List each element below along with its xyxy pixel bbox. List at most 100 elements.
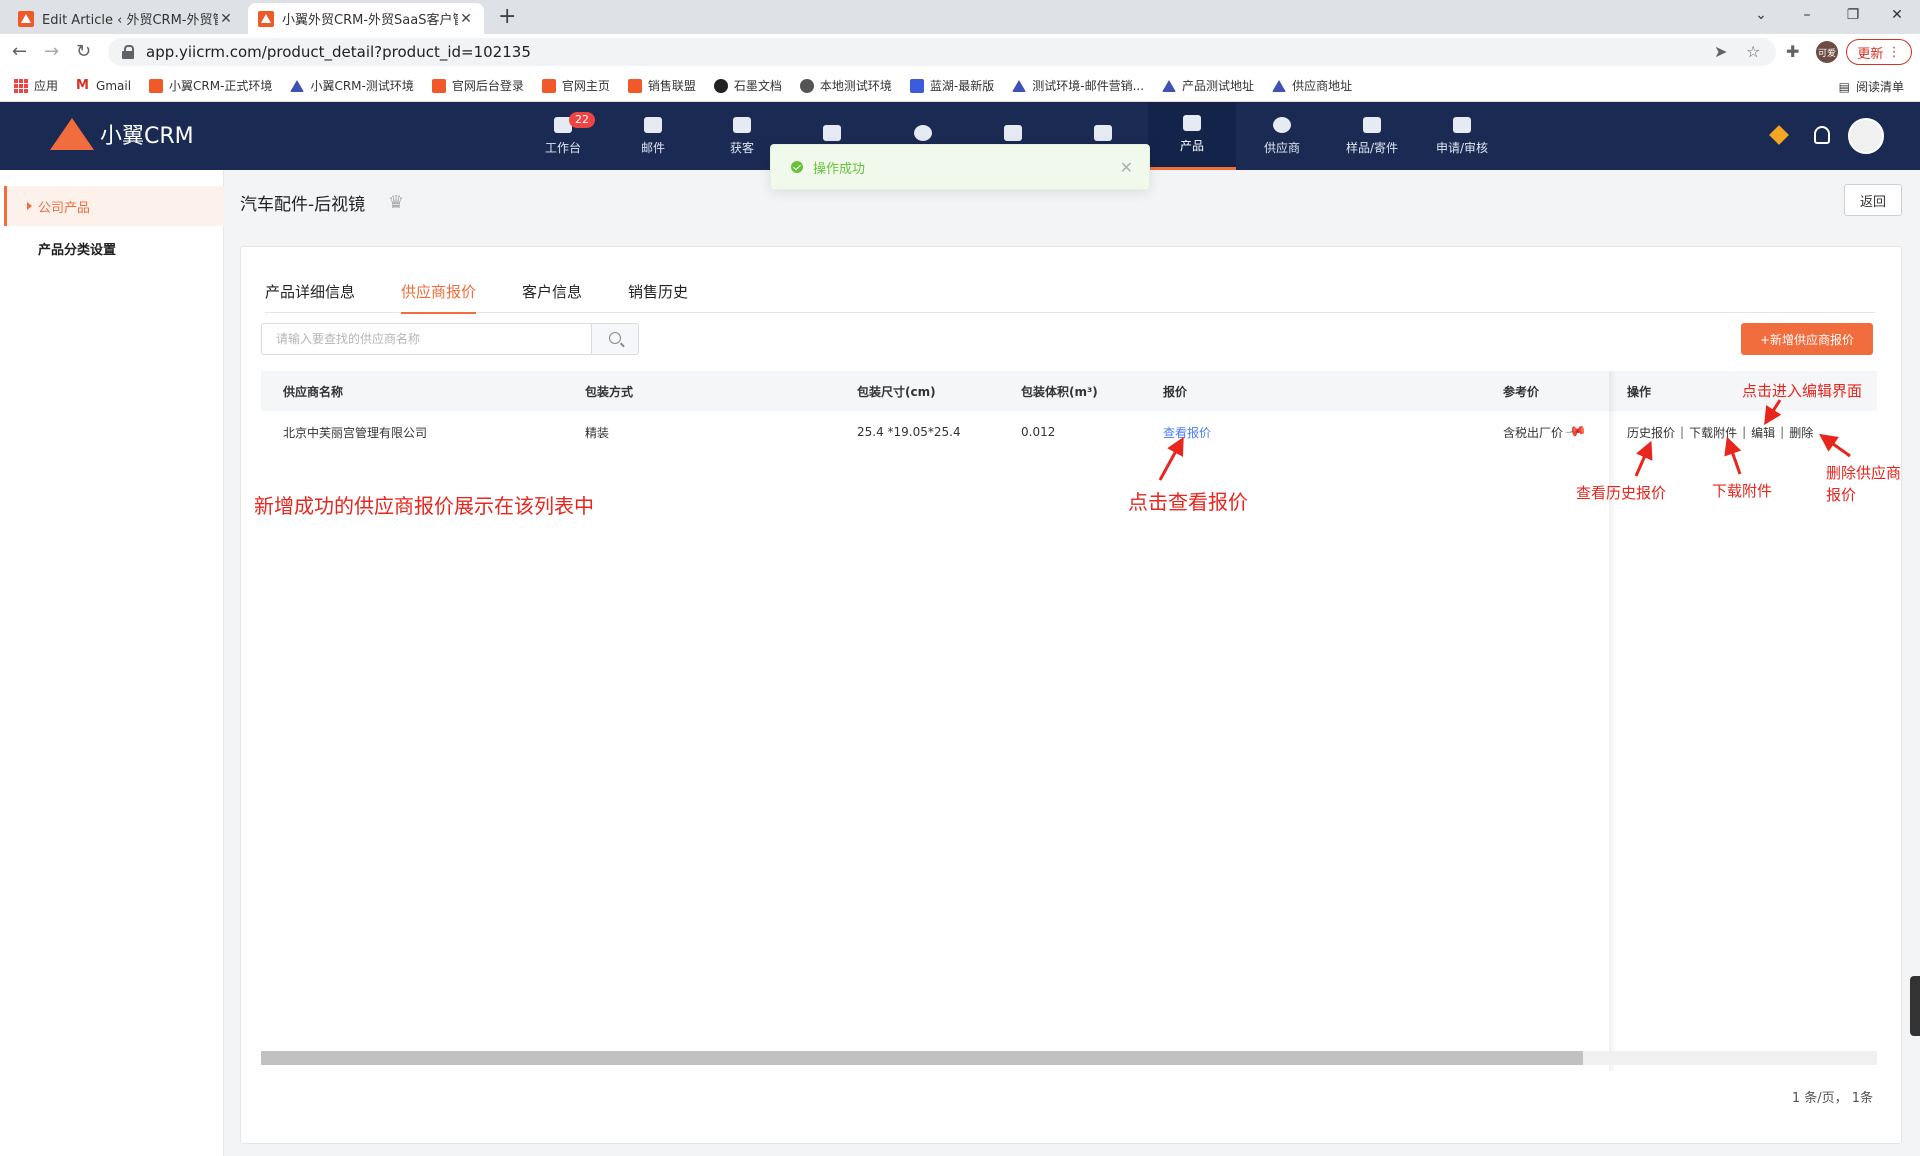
tab-search-chevron-icon[interactable]: ⌄ <box>1738 0 1784 30</box>
send-icon[interactable]: ➤ <box>1714 42 1727 61</box>
profile-avatar[interactable]: 可爱 <box>1816 41 1838 63</box>
bookmark-gmail[interactable]: M Gmail <box>76 78 131 93</box>
bookmark-label: 供应商地址 <box>1292 79 1353 93</box>
sidebar-item-company-products[interactable]: 公司产品 <box>4 186 224 226</box>
yiicrm-logo-icon <box>50 118 94 150</box>
bookmark-apps[interactable]: 应用 <box>14 77 58 94</box>
annotation-download: 下载附件 <box>1712 482 1773 500</box>
apps-grid-icon <box>14 78 28 93</box>
acquisition-icon <box>733 116 751 133</box>
bookmark-supplier[interactable]: 供应商地址 <box>1272 77 1352 94</box>
bookmark-local-test[interactable]: 本地测试环境 <box>799 77 892 94</box>
tab-sales-history[interactable]: 销售历史 <box>628 269 688 313</box>
reading-list[interactable]: ▤ 阅读清单 <box>1839 78 1904 95</box>
close-icon[interactable]: ✕ <box>458 11 474 27</box>
cell-supplier-name: 北京中芙丽宫管理有限公司 <box>283 425 428 440</box>
separator: | <box>1680 425 1685 439</box>
side-widget-handle[interactable] <box>1910 976 1920 1036</box>
delete-link[interactable]: 删除 <box>1789 424 1813 441</box>
edit-link[interactable]: 编辑 <box>1751 424 1775 441</box>
nav-suppliers[interactable]: 供应商 <box>1238 102 1326 170</box>
restore-icon[interactable]: ❐ <box>1830 0 1876 30</box>
nav-workbench[interactable]: 22 工作台 <box>519 102 607 170</box>
view-quote-link[interactable]: 查看报价 <box>1163 411 1211 453</box>
bookmark-label: 官网后台登录 <box>451 79 524 93</box>
nav-label: 供应商 <box>1263 140 1300 155</box>
extensions-puzzle-icon[interactable]: ✚ <box>1786 42 1799 61</box>
header-ref-price: 参考价 <box>1503 384 1540 399</box>
supplier-search-input[interactable] <box>261 323 591 355</box>
bookmark-label: 应用 <box>34 79 59 93</box>
tab-supplier-quotes[interactable]: 供应商报价 <box>401 269 477 314</box>
download-attachment-link[interactable]: 下载附件 <box>1689 424 1737 441</box>
browser-tab-crm[interactable]: 小翼外贸CRM-外贸SaaS客户管理 ✕ <box>248 3 484 34</box>
bookmark-crm-prod[interactable]: 小翼CRM-正式环境 <box>149 77 272 94</box>
nav-samples[interactable]: 样品/寄件 <box>1328 102 1416 170</box>
annotation-list-note: 新增成功的供应商报价展示在该列表中 <box>254 494 594 518</box>
yiicrm-favicon-icon <box>258 10 274 27</box>
tab-customer-info[interactable]: 客户信息 <box>522 269 582 313</box>
globe-icon <box>799 78 814 93</box>
triangle-logo-icon <box>1162 79 1177 92</box>
bookmark-sales-alliance[interactable]: 销售联盟 <box>627 77 696 94</box>
tab-title: 小翼外贸CRM-外贸SaaS客户管理 <box>282 13 458 28</box>
left-sidebar: 公司产品 产品分类设置 <box>0 170 224 1156</box>
nav-products[interactable]: 产品 <box>1148 102 1236 170</box>
history-quote-link[interactable]: 历史报价 <box>1627 424 1675 441</box>
bookmark-star-icon[interactable]: ☆ <box>1746 42 1760 61</box>
separator: | <box>1742 425 1747 439</box>
update-button[interactable]: 更新 ⋮ <box>1846 39 1912 65</box>
back-button[interactable]: 返回 <box>1844 184 1902 216</box>
address-bar[interactable]: app.yiicrm.com/product_detail?product_id… <box>108 38 1776 66</box>
crown-icon[interactable]: ♛ <box>388 192 408 213</box>
pin-icon[interactable]: 📌 <box>1564 420 1587 443</box>
window-close-icon[interactable]: ✕ <box>1874 0 1920 30</box>
forward-arrow-icon[interactable]: → <box>44 41 59 62</box>
browser-tab-strip: Edit Article ‹ 外贸CRM-外贸管理 ✕ 小翼外贸CRM-外贸Sa… <box>0 0 1920 34</box>
horizontal-scrollbar[interactable] <box>261 1051 1877 1065</box>
nav-label: 申请/审核 <box>1435 140 1489 155</box>
bookmark-product-test[interactable]: 产品测试地址 <box>1162 77 1254 94</box>
bookmark-shimo[interactable]: 石墨文档 <box>713 77 782 94</box>
add-supplier-quote-button[interactable]: +新增供应商报价 <box>1741 323 1873 355</box>
notification-badge: 22 <box>569 112 595 128</box>
bell-icon[interactable] <box>1814 126 1830 144</box>
supplier-search <box>261 323 639 355</box>
new-tab-plus-icon[interactable]: + <box>498 4 516 29</box>
nav-label: 工作台 <box>544 140 581 155</box>
minimize-icon[interactable]: – <box>1784 0 1830 30</box>
header-actions: 操作 <box>1627 384 1652 399</box>
detail-tabs: 产品详细信息 供应商报价 客户信息 销售历史 <box>265 269 1875 314</box>
diamond-icon[interactable] <box>1769 125 1789 145</box>
nav-label: 产品 <box>1179 139 1204 153</box>
bookmark-site-admin[interactable]: 官网后台登录 <box>431 77 524 94</box>
bookmark-crm-test[interactable]: 小翼CRM-测试环境 <box>290 77 414 94</box>
search-icon[interactable] <box>591 323 639 355</box>
cell-size: 25.4 *19.05*25.4 <box>857 425 961 439</box>
nav-approvals[interactable]: 申请/审核 <box>1418 102 1506 170</box>
annotation-delete-line1: 删除供应商 <box>1826 464 1902 482</box>
bookmark-email-marketing[interactable]: 测试环境-邮件营销... <box>1012 77 1144 94</box>
back-arrow-icon[interactable]: ← <box>12 41 27 62</box>
bookmark-label: 销售联盟 <box>647 79 696 93</box>
bookmark-label: 石墨文档 <box>733 79 782 93</box>
logo-text: 小翼CRM <box>100 124 194 149</box>
update-label: 更新 <box>1857 46 1884 62</box>
bookmark-label: 蓝湖-最新版 <box>929 79 995 93</box>
user-avatar[interactable] <box>1848 118 1884 154</box>
bookmark-site-home[interactable]: 官网主页 <box>541 77 610 94</box>
bookmarks-bar: 应用 M Gmail 小翼CRM-正式环境 小翼CRM-测试环境 官网后台登录 官… <box>0 70 1920 102</box>
tab-product-details[interactable]: 产品详细信息 <box>265 269 355 313</box>
nav-mail[interactable]: 邮件 <box>609 102 697 170</box>
cell-ref-price: 含税出厂价 📌 <box>1503 411 1587 453</box>
reload-icon[interactable]: ↻ <box>76 41 91 62</box>
bookmark-lanhu[interactable]: 蓝湖-最新版 <box>909 77 995 94</box>
app-logo[interactable]: 小翼CRM <box>50 118 194 150</box>
separator: | <box>1780 425 1785 439</box>
close-icon[interactable]: ✕ <box>218 11 234 27</box>
yiicrm-icon <box>541 78 556 93</box>
scrollbar-thumb[interactable] <box>261 1051 1583 1065</box>
browser-tab-edit-article[interactable]: Edit Article ‹ 外贸CRM-外贸管理 ✕ <box>8 3 244 34</box>
sidebar-item-category-settings[interactable]: 产品分类设置 <box>4 228 224 268</box>
table-row: 北京中芙丽宫管理有限公司 精装 25.4 *19.05*25.4 0.012 查… <box>261 411 1877 453</box>
